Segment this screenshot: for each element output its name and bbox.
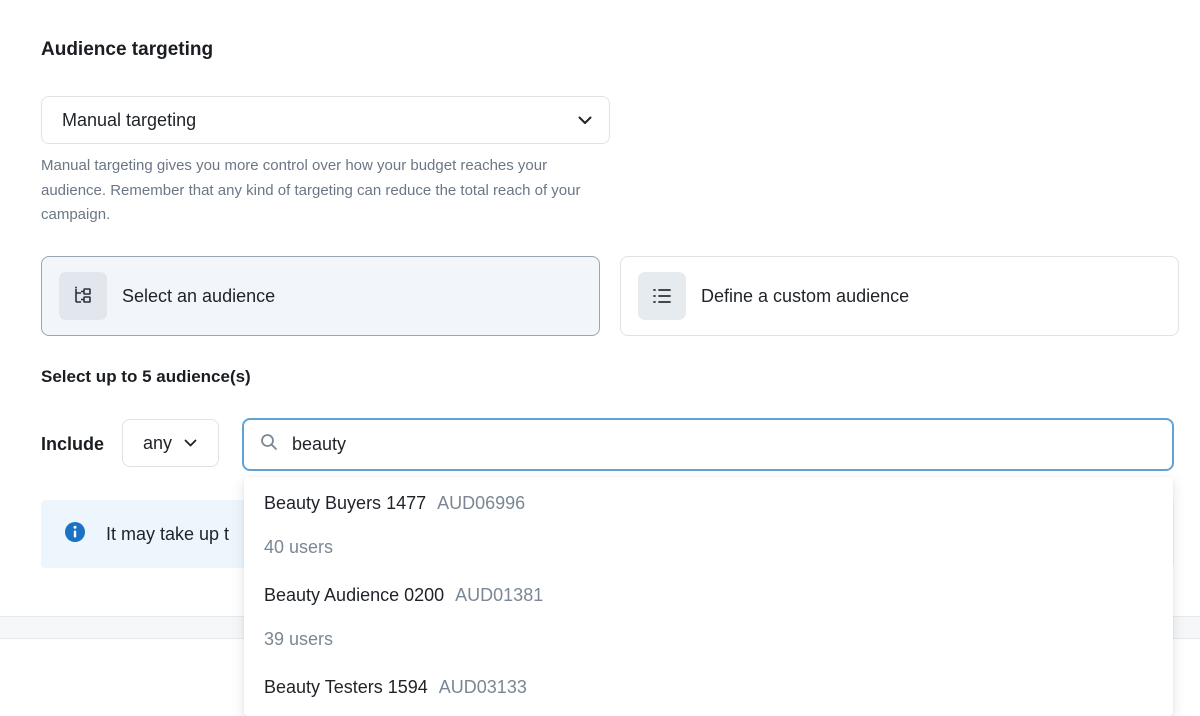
chevron-down-icon [577, 112, 593, 128]
search-icon [260, 433, 278, 456]
custom-audience-card[interactable]: Define a custom audience [620, 256, 1179, 336]
targeting-type-select[interactable]: Manual targeting [41, 96, 610, 144]
targeting-type-value: Manual targeting [62, 109, 197, 130]
audience-search-box[interactable] [242, 418, 1174, 471]
include-mode-value: any [143, 432, 173, 453]
hierarchy-icon [59, 272, 107, 320]
audience-option[interactable]: Beauty Buyers 1477 AUD06996 40 users [244, 477, 1173, 559]
select-audience-card[interactable]: Select an audience [41, 256, 600, 336]
audience-option[interactable]: Beauty Audience 0200 AUD01381 39 users [244, 559, 1173, 651]
list-icon [638, 272, 686, 320]
audience-option-code: AUD01381 [455, 585, 544, 605]
audience-option[interactable]: Beauty Testers 1594 AUD03133 [244, 651, 1173, 699]
audience-option-name: Beauty Testers 1594 [264, 677, 428, 697]
audience-option-code: AUD06996 [437, 493, 526, 513]
info-banner-text: It may take up t [106, 523, 230, 544]
audience-option-users: 39 users [264, 629, 334, 649]
include-label: Include [41, 434, 105, 454]
section-title: Audience targeting [41, 39, 214, 60]
info-icon [64, 521, 86, 548]
audience-option-code: AUD03133 [438, 677, 527, 697]
audience-results-dropdown: Beauty Buyers 1477 AUD06996 40 users Beau… [244, 477, 1173, 716]
audience-option-name: Beauty Buyers 1477 [264, 493, 427, 513]
select-audience-label: Select an audience [122, 285, 276, 306]
audience-limit-heading: Select up to 5 audience(s) [41, 367, 251, 386]
custom-audience-label: Define a custom audience [701, 285, 910, 306]
audience-search-input[interactable] [292, 434, 1092, 455]
targeting-help-text: Manual targeting gives you more control … [41, 157, 581, 223]
chevron-down-icon [182, 435, 198, 451]
audience-option-name: Beauty Audience 0200 [264, 585, 445, 605]
audience-option-users: 40 users [264, 537, 334, 557]
include-mode-select[interactable]: any [122, 419, 219, 467]
